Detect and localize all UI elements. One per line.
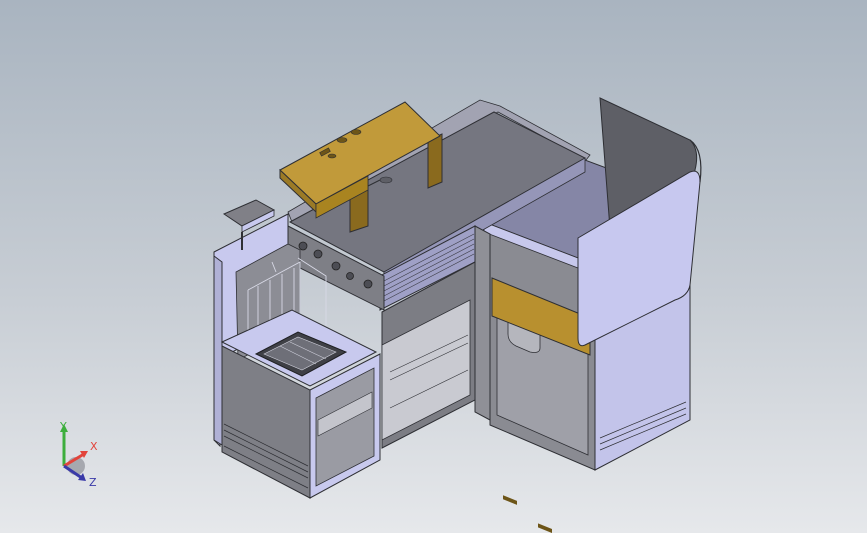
- drawer-handle-1[interactable]: [503, 495, 517, 505]
- y-axis-label: Y: [59, 420, 67, 433]
- wooden-top-leg-right: [427, 133, 443, 189]
- left-cabinet-front: [213, 255, 223, 446]
- z-axis-label: Z: [89, 476, 97, 489]
- cad-viewport[interactable]: Y X Z: [0, 0, 867, 533]
- x-axis-label: X: [90, 440, 98, 453]
- drawer-handle-2[interactable]: [538, 523, 552, 533]
- central-pillar: [474, 225, 491, 421]
- view-orientation-triad[interactable]: Y X Z: [48, 418, 108, 490]
- desk-grommet: [379, 176, 393, 184]
- assembly-model[interactable]: [0, 0, 867, 533]
